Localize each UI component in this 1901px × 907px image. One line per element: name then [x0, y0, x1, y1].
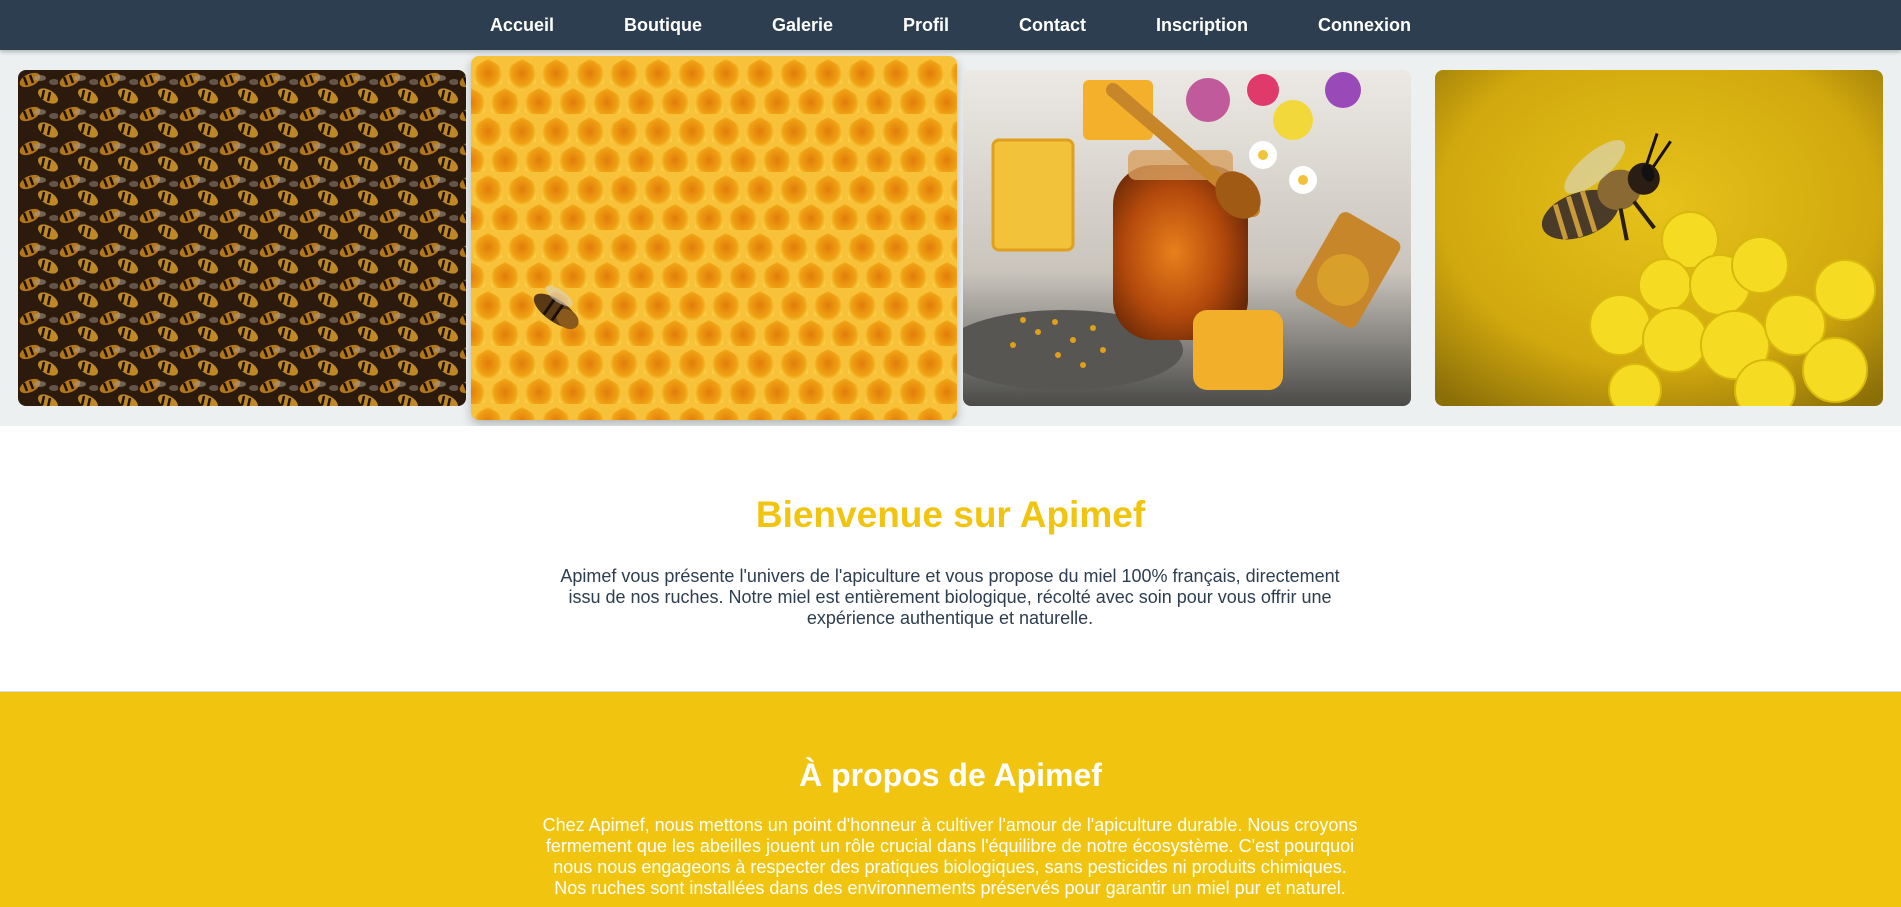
gallery-image-honeycomb[interactable] [471, 56, 957, 420]
welcome-description: Apimef vous présente l'univers de l'apic… [560, 566, 1340, 628]
nav-link-boutique[interactable]: Boutique [589, 0, 737, 50]
about-description: Chez Apimef, nous mettons un point d'hon… [542, 815, 1358, 898]
nav-list: Accueil Boutique Galerie Profil Contact … [455, 0, 1446, 50]
nav-link-profil[interactable]: Profil [868, 0, 984, 50]
gallery-image-bee-flower[interactable] [1435, 70, 1883, 406]
top-navbar: Accueil Boutique Galerie Profil Contact … [0, 0, 1901, 50]
about-section: À propos de Apimef Chez Apimef, nous met… [0, 691, 1901, 907]
nav-link-contact[interactable]: Contact [984, 0, 1121, 50]
image-gallery [0, 50, 1901, 426]
welcome-title: Bienvenue sur Apimef [755, 494, 1146, 535]
nav-link-connexion[interactable]: Connexion [1283, 0, 1446, 50]
nav-link-accueil[interactable]: Accueil [455, 0, 589, 50]
gallery-image-honey-jar[interactable] [963, 70, 1411, 406]
gallery-image-bee-swarm[interactable] [18, 70, 466, 406]
welcome-section: Bienvenue sur Apimef Apimef vous présent… [0, 426, 1901, 691]
nav-link-inscription[interactable]: Inscription [1121, 0, 1283, 50]
about-title: À propos de Apimef [799, 757, 1102, 793]
nav-link-galerie[interactable]: Galerie [737, 0, 868, 50]
